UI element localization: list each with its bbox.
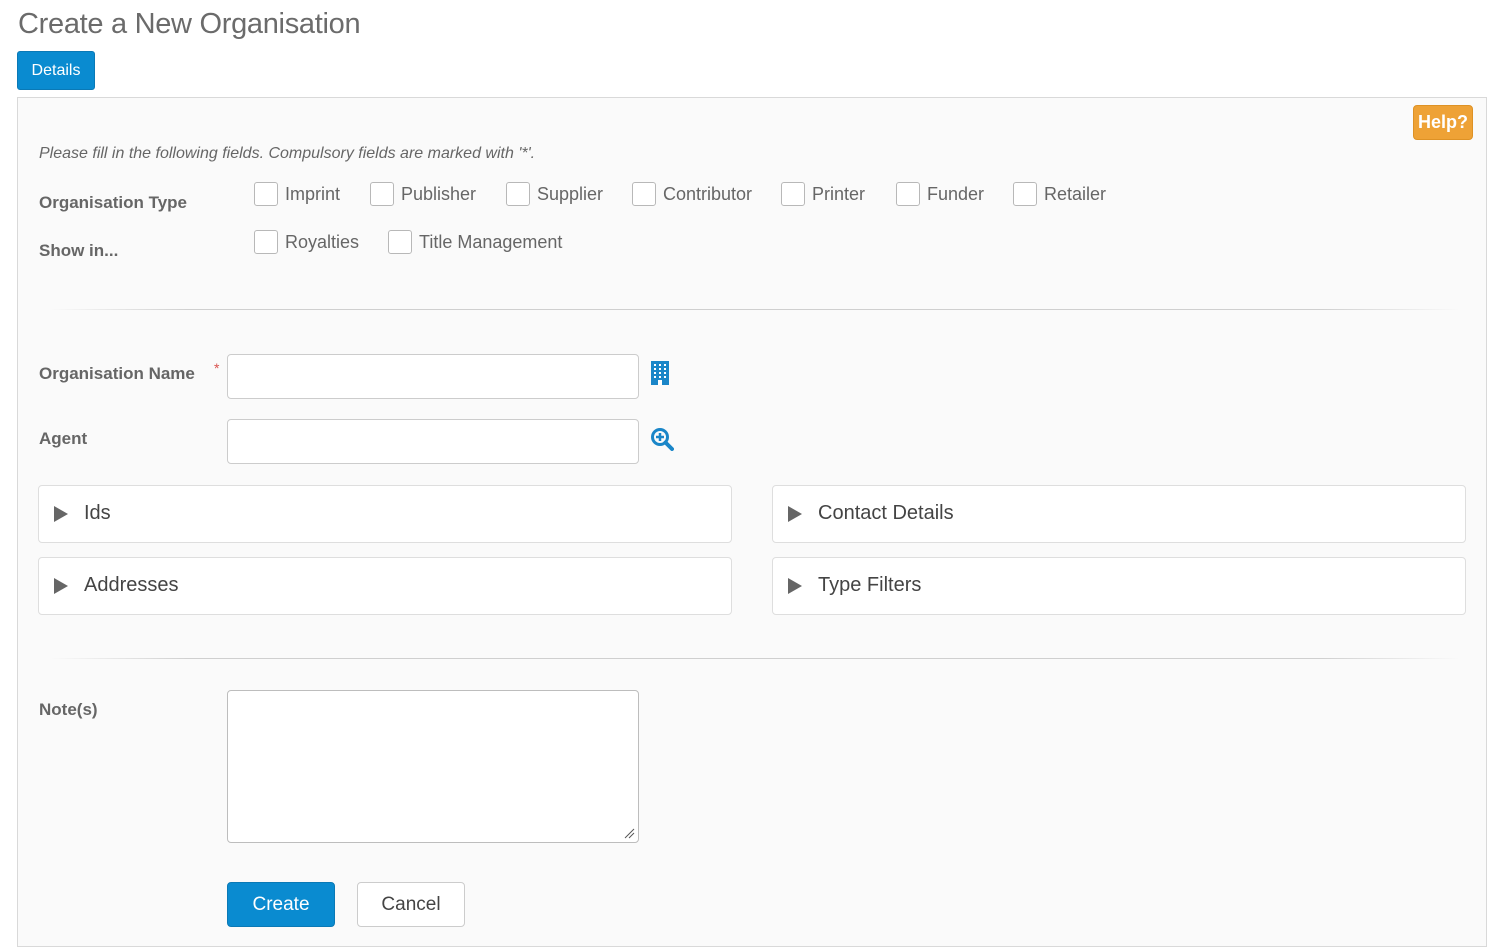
section-addresses[interactable]: Addresses: [38, 557, 732, 615]
expand-arrow-icon: [54, 578, 68, 594]
checkbox-contributor-label: Contributor: [663, 183, 753, 204]
checkbox-publisher[interactable]: Publisher: [370, 182, 476, 206]
checkbox-retailer[interactable]: Retailer: [1013, 182, 1106, 206]
checkbox-printer-box[interactable]: [781, 182, 805, 206]
cancel-button[interactable]: Cancel: [357, 882, 465, 927]
section-divider: [50, 658, 1460, 659]
expand-arrow-icon: [788, 578, 802, 594]
checkbox-supplier-label: Supplier: [537, 183, 604, 204]
show-in-label: Show in...: [39, 241, 119, 260]
section-ids[interactable]: Ids: [38, 485, 732, 543]
section-type-filters[interactable]: Type Filters: [772, 557, 1466, 615]
help-button[interactable]: Help?: [1413, 105, 1473, 140]
zoom-in-icon[interactable]: [650, 427, 674, 451]
checkbox-printer[interactable]: Printer: [781, 182, 865, 206]
tab-details[interactable]: Details: [17, 51, 95, 90]
checkbox-imprint[interactable]: Imprint: [254, 182, 340, 206]
checkbox-publisher-label: Publisher: [401, 183, 477, 204]
section-type-filters-label: Type Filters: [818, 574, 922, 596]
organisation-name-label: Organisation Name: [39, 364, 195, 383]
required-marker: *: [214, 360, 220, 376]
checkbox-funder-box[interactable]: [896, 182, 920, 206]
organisation-name-input[interactable]: [227, 354, 639, 399]
checkbox-imprint-label: Imprint: [285, 183, 341, 204]
section-contact-details-label: Contact Details: [818, 502, 954, 524]
section-contact-details[interactable]: Contact Details: [772, 485, 1466, 543]
checkbox-printer-label: Printer: [812, 183, 866, 204]
section-ids-label: Ids: [84, 502, 111, 524]
organisation-type-options: Imprint Publisher Supplier Contributor P…: [254, 182, 1154, 208]
checkbox-royalties[interactable]: Royalties: [254, 230, 359, 254]
checkbox-supplier-box[interactable]: [506, 182, 530, 206]
checkbox-title-management[interactable]: Title Management: [388, 230, 562, 254]
checkbox-retailer-label: Retailer: [1044, 183, 1107, 204]
building-icon[interactable]: [651, 361, 669, 385]
checkbox-retailer-box[interactable]: [1013, 182, 1037, 206]
notes-label: Note(s): [39, 700, 98, 719]
form-instructions: Please fill in the following fields. Com…: [39, 145, 536, 162]
checkbox-funder-label: Funder: [927, 183, 985, 204]
checkbox-royalties-box[interactable]: [254, 230, 278, 254]
section-divider: [50, 309, 1460, 310]
page-title: Create a New Organisation: [18, 8, 361, 40]
resize-grip-icon[interactable]: [624, 828, 635, 839]
expand-arrow-icon: [54, 506, 68, 522]
organisation-type-label: Organisation Type: [39, 193, 187, 212]
checkbox-title-management-label: Title Management: [419, 231, 563, 252]
checkbox-contributor[interactable]: Contributor: [632, 182, 752, 206]
checkbox-royalties-label: Royalties: [285, 231, 360, 252]
section-addresses-label: Addresses: [84, 574, 179, 596]
checkbox-title-management-box[interactable]: [388, 230, 412, 254]
agent-input[interactable]: [227, 419, 639, 464]
notes-textarea[interactable]: [227, 690, 639, 843]
show-in-options: Royalties Title Management: [254, 230, 654, 256]
checkbox-supplier[interactable]: Supplier: [506, 182, 603, 206]
checkbox-contributor-box[interactable]: [632, 182, 656, 206]
agent-label: Agent: [39, 429, 88, 448]
checkbox-funder[interactable]: Funder: [896, 182, 984, 206]
expand-arrow-icon: [788, 506, 802, 522]
create-button[interactable]: Create: [227, 882, 335, 927]
checkbox-imprint-box[interactable]: [254, 182, 278, 206]
checkbox-publisher-box[interactable]: [370, 182, 394, 206]
